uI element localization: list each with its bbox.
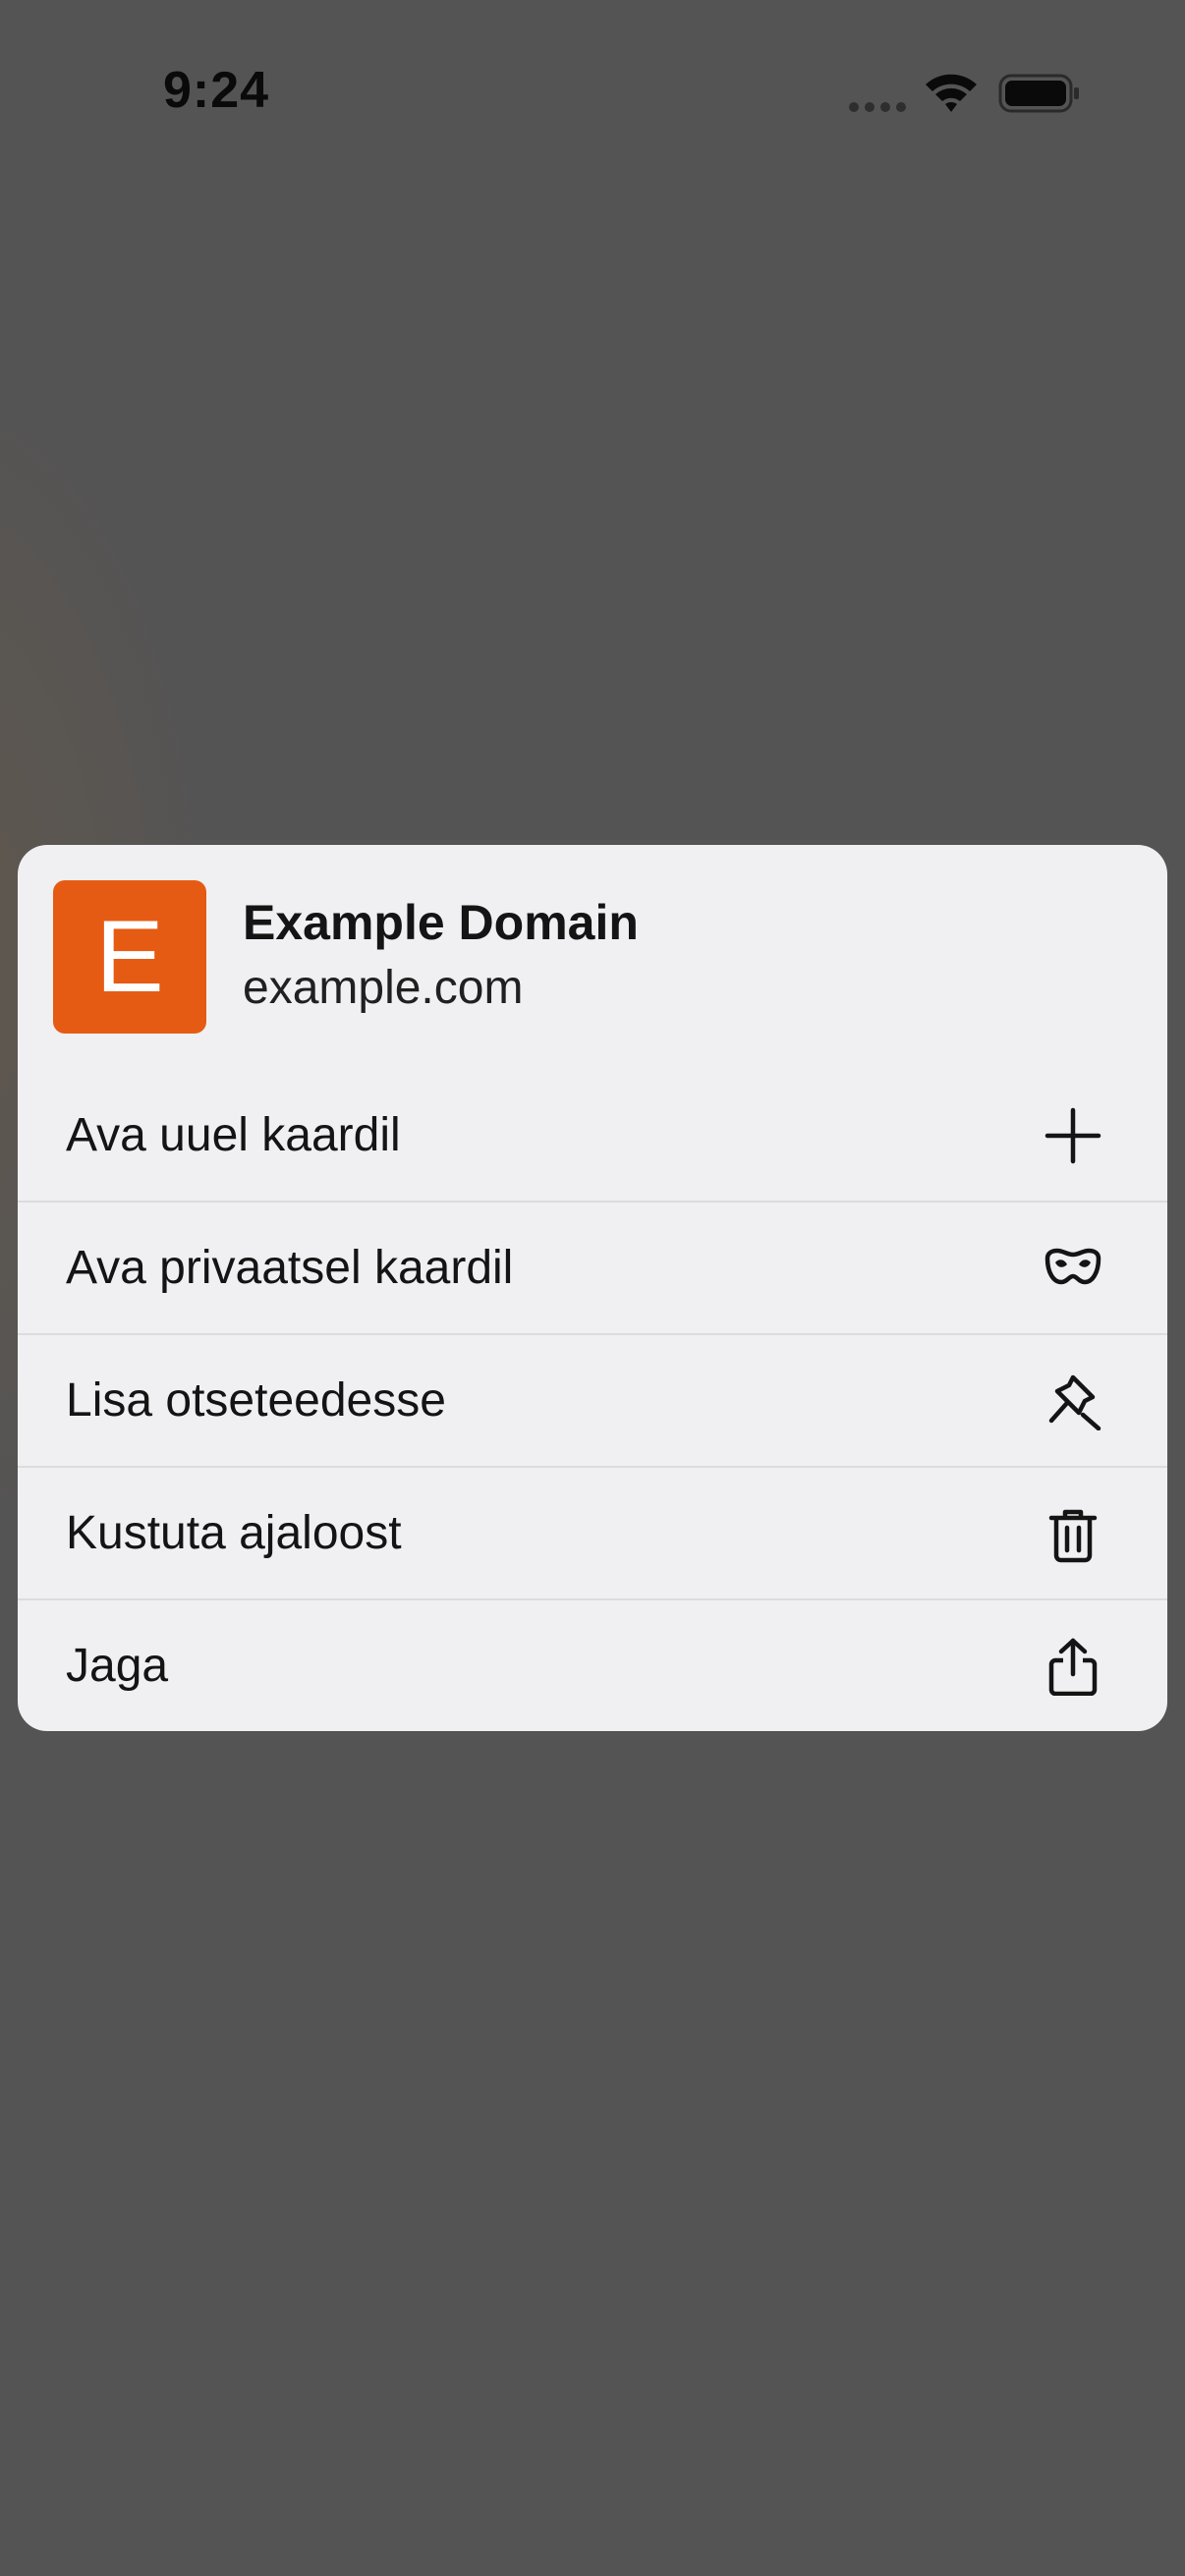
menu-item-remove-from-history[interactable]: Kustuta ajaloost [18, 1468, 1167, 1599]
share-icon [1048, 1638, 1098, 1696]
menu-item-label: Ava privaatsel kaardil [66, 1242, 514, 1294]
pin-icon [1048, 1374, 1101, 1430]
menu-item-share[interactable]: Jaga [18, 1600, 1167, 1731]
link-preview-header: E Example Domain example.com [18, 845, 1167, 1069]
plus-icon [1044, 1107, 1101, 1164]
menu-item-label: Lisa otseteedesse [66, 1374, 446, 1427]
menu-item-label: Ava uuel kaardil [66, 1109, 401, 1161]
link-context-menu: E Example Domain example.com Ava uuel ka… [18, 845, 1167, 1731]
menu-item-label: Kustuta ajaloost [66, 1507, 402, 1559]
status-time: 9:24 [163, 62, 270, 119]
menu-item-add-to-shortcuts[interactable]: Lisa otseteedesse [18, 1335, 1167, 1467]
status-bar: 9:24 [0, 0, 1185, 196]
menu-item-label: Jaga [66, 1640, 169, 1692]
menu-item-open-new-tab[interactable]: Ava uuel kaardil [18, 1070, 1167, 1202]
site-favicon: E [53, 880, 206, 1034]
site-title: Example Domain [243, 895, 639, 950]
private-mask-icon [1044, 1248, 1101, 1285]
trash-icon [1048, 1509, 1098, 1563]
site-url: example.com [243, 962, 524, 1014]
cellular-signal-icon [849, 102, 908, 114]
wifi-icon [926, 74, 977, 112]
menu-item-open-private-tab[interactable]: Ava privaatsel kaardil [18, 1203, 1167, 1334]
battery-icon [998, 74, 1079, 113]
